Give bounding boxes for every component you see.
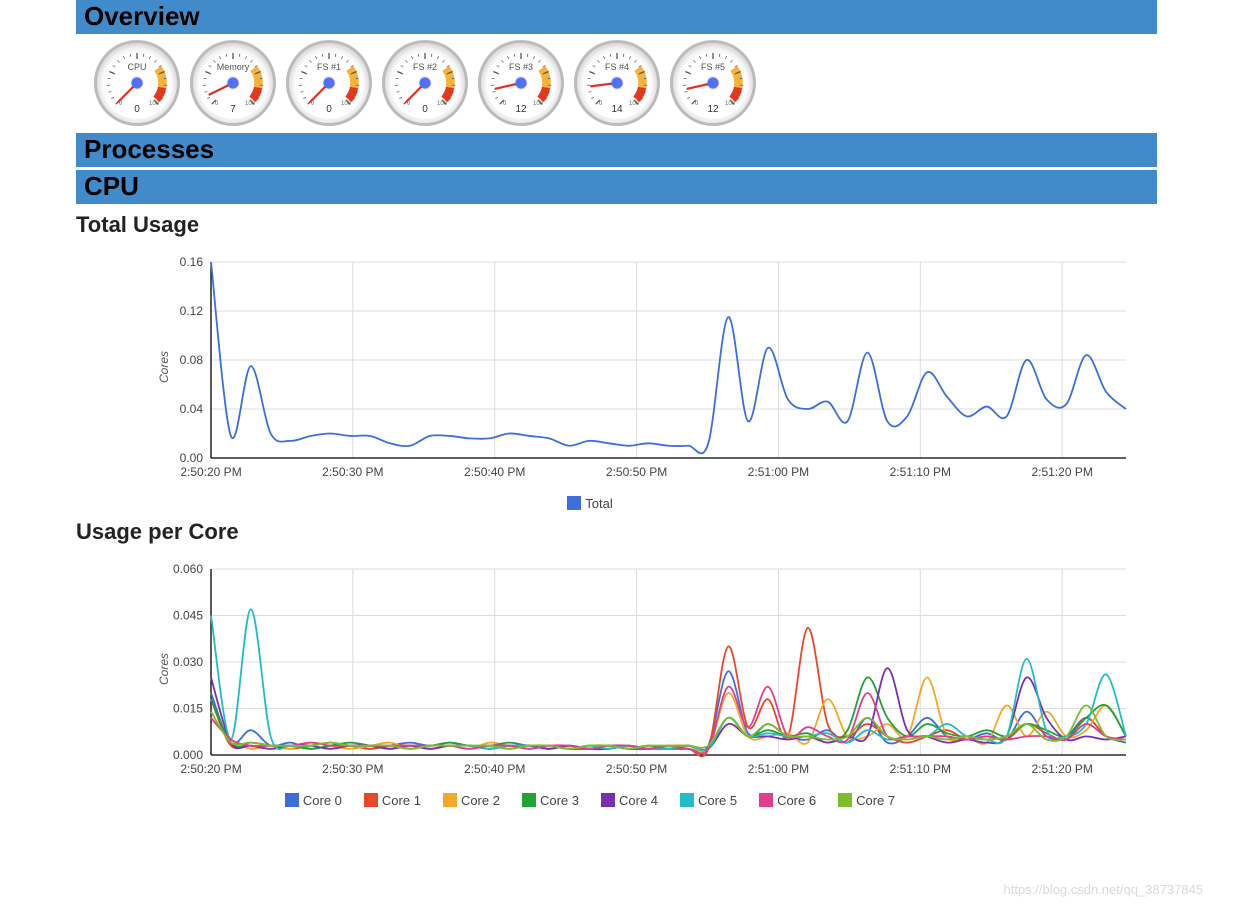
gauge-needle-cap: [612, 78, 623, 89]
gauge-label: Memory: [193, 62, 273, 72]
overview-header: Overview: [76, 0, 1157, 34]
legend-item[interactable]: Core 5: [680, 793, 737, 808]
svg-text:2:51:10 PM: 2:51:10 PM: [890, 762, 951, 776]
gauge-label: FS #2: [385, 62, 465, 72]
gauge-needle-cap: [132, 78, 143, 89]
svg-text:2:51:00 PM: 2:51:00 PM: [748, 762, 809, 776]
gauge-needle-cap: [324, 78, 335, 89]
chart-title-total: Total Usage: [76, 212, 1233, 238]
legend-item[interactable]: Core 4: [601, 793, 658, 808]
legend-item[interactable]: Total: [567, 496, 612, 511]
svg-text:0.16: 0.16: [180, 255, 204, 269]
svg-text:2:51:10 PM: 2:51:10 PM: [890, 465, 951, 479]
gauge-cpu[interactable]: CPU00100: [94, 40, 180, 126]
gauge-value: 12: [673, 104, 753, 115]
gauge-value: 12: [481, 104, 561, 115]
svg-text:2:51:00 PM: 2:51:00 PM: [748, 465, 809, 479]
svg-text:0.12: 0.12: [180, 304, 204, 318]
svg-text:0.045: 0.045: [173, 609, 203, 623]
svg-text:2:50:50 PM: 2:50:50 PM: [606, 465, 667, 479]
gauge-label: CPU: [97, 62, 177, 72]
gauge-needle-cap: [708, 78, 719, 89]
chart-total-usage: Cores 0.00 0.04 0.08 0.12 0.16 2:50:20 PM 2:50…: [76, 242, 1233, 492]
gauge-value: 0: [385, 104, 465, 115]
svg-text:0.04: 0.04: [180, 402, 204, 416]
gauge-value: 0: [289, 104, 369, 115]
svg-text:0.030: 0.030: [173, 655, 203, 669]
svg-text:2:50:20 PM: 2:50:20 PM: [180, 465, 241, 479]
gauge-fs-2[interactable]: FS #200100: [382, 40, 468, 126]
ylabel-percore: Cores: [157, 653, 171, 685]
legend-item[interactable]: Core 2: [443, 793, 500, 808]
svg-text:0.015: 0.015: [173, 702, 203, 716]
svg-text:2:50:30 PM: 2:50:30 PM: [322, 762, 383, 776]
gauge-value: 7: [193, 104, 273, 115]
svg-text:2:51:20 PM: 2:51:20 PM: [1031, 762, 1092, 776]
legend-item[interactable]: Core 7: [838, 793, 895, 808]
svg-text:2:50:50 PM: 2:50:50 PM: [606, 762, 667, 776]
gauge-needle-cap: [516, 78, 527, 89]
svg-text:0.00: 0.00: [180, 451, 204, 465]
gauge-label: FS #5: [673, 62, 753, 72]
svg-text:0.000: 0.000: [173, 748, 203, 762]
gauge-fs-3[interactable]: FS #3120100: [478, 40, 564, 126]
legend-item[interactable]: Core 1: [364, 793, 421, 808]
gauge-label: FS #3: [481, 62, 561, 72]
chart-per-core: Cores 0.000 0.015 0.030 0.045 0.060 2:50:20 P…: [76, 549, 1233, 789]
svg-text:2:50:30 PM: 2:50:30 PM: [322, 465, 383, 479]
svg-text:0.060: 0.060: [173, 562, 203, 576]
watermark: https://blog.csdn.net/qq_38737845: [1004, 882, 1204, 897]
svg-text:2:50:20 PM: 2:50:20 PM: [180, 762, 241, 776]
gauge-memory[interactable]: Memory70100: [190, 40, 276, 126]
gauge-fs-1[interactable]: FS #100100: [286, 40, 372, 126]
gauge-fs-4[interactable]: FS #4140100: [574, 40, 660, 126]
svg-text:2:50:40 PM: 2:50:40 PM: [464, 465, 525, 479]
gauge-row: CPU00100Memory70100FS #100100FS #200100F…: [0, 34, 1233, 130]
chart-title-percore: Usage per Core: [76, 519, 1233, 545]
gauge-label: FS #1: [289, 62, 369, 72]
gauge-needle-cap: [420, 78, 431, 89]
cpu-header: CPU: [76, 170, 1157, 204]
ylabel-total: Cores: [157, 351, 171, 383]
legend-item[interactable]: Core 6: [759, 793, 816, 808]
svg-text:0.08: 0.08: [180, 353, 204, 367]
gauge-value: 14: [577, 104, 657, 115]
gauge-label: FS #4: [577, 62, 657, 72]
gauge-value: 0: [97, 104, 177, 115]
legend-percore: Core 0 Core 1 Core 2 Core 3 Core 4 Core 5 Core…: [100, 793, 1080, 808]
svg-text:2:51:20 PM: 2:51:20 PM: [1031, 465, 1092, 479]
gauge-fs-5[interactable]: FS #5120100: [670, 40, 756, 126]
legend-item[interactable]: Core 3: [522, 793, 579, 808]
legend-total: Total: [100, 496, 1080, 511]
gauge-needle-cap: [228, 78, 239, 89]
svg-text:2:50:40 PM: 2:50:40 PM: [464, 762, 525, 776]
legend-item[interactable]: Core 0: [285, 793, 342, 808]
processes-header: Processes: [76, 133, 1157, 167]
